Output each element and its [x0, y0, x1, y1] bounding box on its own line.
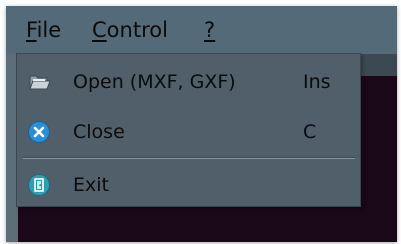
menu-item-exit-label: Exit — [73, 174, 109, 196]
menubar: File Control ? — [6, 6, 397, 54]
menu-control-mnemonic: C — [92, 18, 107, 42]
menu-help-mnemonic: ? — [204, 18, 216, 42]
panel-header-strip — [356, 54, 397, 76]
menu-file-rest: ile — [36, 18, 62, 42]
menu-control[interactable]: Control — [90, 15, 170, 45]
menu-help[interactable]: ? — [202, 15, 217, 45]
video-panel-right — [356, 54, 397, 242]
menu-item-close-label: Close — [73, 121, 125, 143]
menu-item-close-shortcut: C — [303, 121, 317, 143]
menu-item-open[interactable]: Open (MXF, GXF) Ins — [17, 60, 360, 104]
menu-file-mnemonic: F — [26, 18, 37, 42]
menu-item-close[interactable]: Close C — [17, 110, 360, 154]
menu-item-exit[interactable]: Exit — [17, 163, 360, 207]
menu-control-rest: ontrol — [106, 18, 168, 42]
menu-file[interactable]: File — [24, 15, 63, 45]
app-window: File Control ? Open (MXF, GXF) Ins Close… — [6, 6, 397, 242]
close-x-icon — [27, 120, 51, 144]
menu-separator — [23, 157, 355, 159]
menu-item-open-label: Open (MXF, GXF) — [73, 71, 236, 93]
video-panel-bottom — [18, 202, 356, 242]
open-folder-icon — [27, 70, 51, 94]
menu-item-open-shortcut: Ins — [303, 71, 331, 93]
file-dropdown-menu: Open (MXF, GXF) Ins Close C Exit — [16, 53, 361, 207]
exit-door-icon — [27, 173, 51, 197]
screenshot: File Control ? Open (MXF, GXF) Ins Close… — [0, 0, 401, 244]
